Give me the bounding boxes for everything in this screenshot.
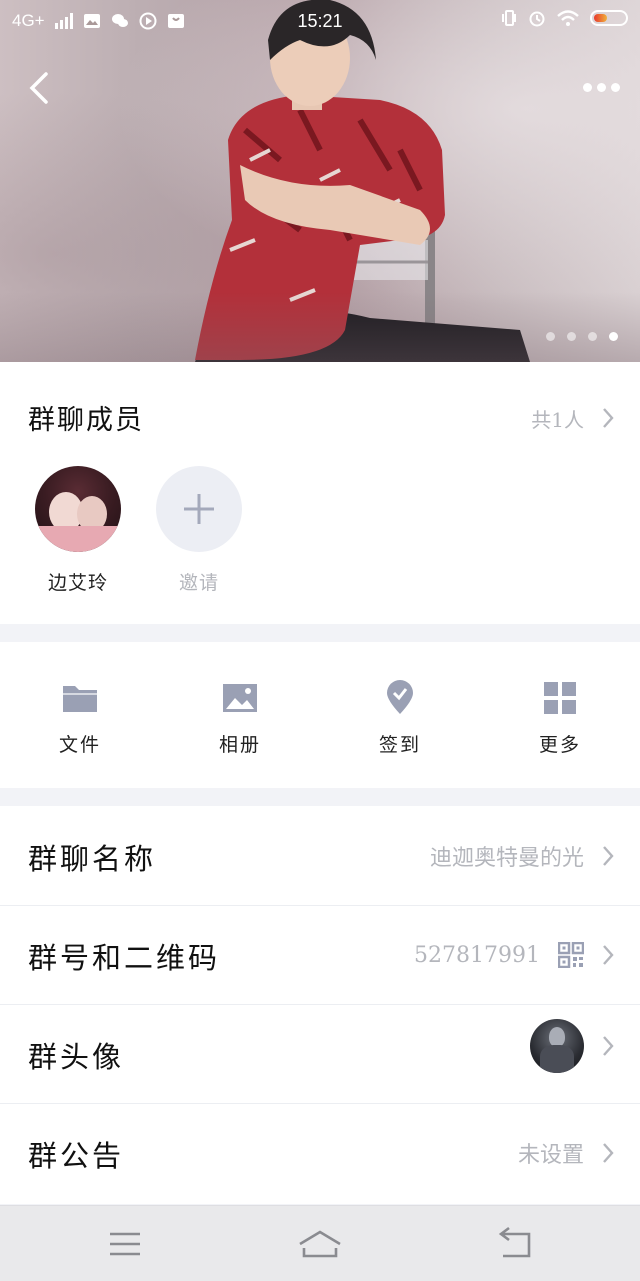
action-label: 更多 xyxy=(538,734,581,756)
member-count: 共1人 xyxy=(531,407,584,432)
checkin-pin-icon xyxy=(387,680,413,714)
group-settings: 群聊名称 迪迦奥特曼的光 群号和二维码 527817991 群头像 群公告 未设… xyxy=(0,806,640,1204)
group-notice-value: 未设置 xyxy=(517,1143,584,1168)
action-files[interactable]: 文件 xyxy=(20,680,140,757)
group-name-row[interactable]: 群聊名称 迪迦奥特曼的光 xyxy=(0,806,640,906)
quick-actions: 文件 相册 签到 更多 xyxy=(0,642,640,788)
group-avatar-label: 群头像 xyxy=(28,1040,125,1074)
more-dot xyxy=(582,82,592,92)
action-checkin[interactable]: 签到 xyxy=(340,680,460,757)
avatar xyxy=(35,466,121,552)
status-bar: 4G+ 15:21 xyxy=(0,0,640,42)
more-dot xyxy=(610,82,620,92)
plus-icon xyxy=(184,494,214,524)
carousel-dot[interactable] xyxy=(588,332,597,341)
chevron-right-icon xyxy=(603,1036,614,1056)
action-album[interactable]: 相册 xyxy=(180,680,300,757)
group-notice-label: 群公告 xyxy=(28,1139,125,1173)
wifi-icon xyxy=(557,10,579,26)
grid-icon xyxy=(544,682,576,714)
group-avatar-row[interactable]: 群头像 xyxy=(0,1004,640,1104)
member-name: 边艾玲 xyxy=(47,572,108,594)
group-number-label: 群号和二维码 xyxy=(28,941,221,975)
image-icon xyxy=(223,684,257,712)
system-navigation-bar xyxy=(0,1205,640,1281)
action-label: 相册 xyxy=(218,734,261,756)
home-icon[interactable] xyxy=(290,1224,350,1264)
menu-icon[interactable] xyxy=(95,1224,155,1264)
invite-label: 邀请 xyxy=(178,572,219,594)
vibrate-icon xyxy=(502,10,516,26)
group-number-row[interactable]: 群号和二维码 527817991 xyxy=(0,905,640,1005)
group-name-value: 迪迦奥特曼的光 xyxy=(429,846,584,871)
group-avatar-image xyxy=(530,1019,584,1073)
qr-code-icon xyxy=(558,942,584,968)
members-title: 群聊成员 xyxy=(28,405,144,436)
group-cover-carousel[interactable]: 4G+ 15:21 xyxy=(0,0,640,362)
chevron-right-icon xyxy=(603,1143,614,1163)
carousel-indicator xyxy=(546,332,618,341)
carousel-dot[interactable] xyxy=(567,332,576,341)
members-section: 群聊成员 共1人 边艾玲 邀请 xyxy=(0,362,640,624)
chevron-right-icon xyxy=(603,846,614,866)
invite-button[interactable]: 邀请 xyxy=(139,466,259,595)
cover-floor-shade xyxy=(0,292,640,362)
alarm-icon xyxy=(529,11,545,27)
carousel-dot[interactable] xyxy=(546,332,555,341)
members-header[interactable]: 群聊成员 共1人 xyxy=(28,398,614,438)
invite-circle xyxy=(156,466,242,552)
folder-icon xyxy=(63,686,97,712)
battery-icon xyxy=(590,10,628,26)
chevron-right-icon xyxy=(603,945,614,965)
back-nav-icon[interactable] xyxy=(485,1224,545,1264)
action-label: 签到 xyxy=(378,734,421,756)
action-label: 文件 xyxy=(58,734,101,756)
carousel-dot-active[interactable] xyxy=(609,332,618,341)
chevron-right-icon xyxy=(603,408,614,428)
group-number-value: 527817991 xyxy=(414,942,540,968)
action-more[interactable]: 更多 xyxy=(500,680,620,757)
back-button[interactable] xyxy=(24,66,64,110)
more-dot xyxy=(596,82,606,92)
group-notice-row[interactable]: 群公告 未设置 xyxy=(0,1103,640,1202)
group-name-label: 群聊名称 xyxy=(28,842,157,876)
member-item[interactable]: 边艾玲 xyxy=(18,466,138,595)
more-button[interactable] xyxy=(578,72,624,102)
